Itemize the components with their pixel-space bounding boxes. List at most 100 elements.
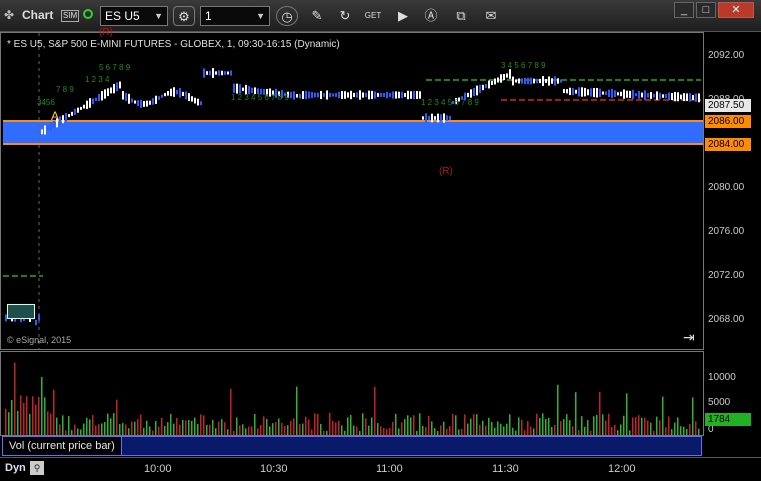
refresh-icon[interactable]: ↻ bbox=[334, 6, 356, 26]
message-icon[interactable]: ✉ bbox=[480, 6, 502, 26]
volume-legend[interactable]: Vol (current price bar) bbox=[2, 436, 702, 456]
last-price-tag: 2087.50 bbox=[705, 99, 751, 112]
price-chart-area[interactable]: * ES U5, S&P 500 E-MINI FUTURES - GLOBEX… bbox=[0, 27, 704, 350]
volume-bar bbox=[446, 428, 448, 435]
symbol-select[interactable]: ES U5 ▼ bbox=[100, 6, 168, 26]
play-icon[interactable]: ▶ bbox=[392, 6, 414, 26]
candle bbox=[311, 91, 313, 99]
volume-bar bbox=[155, 421, 157, 435]
volume-bar bbox=[539, 417, 541, 435]
candle bbox=[188, 93, 190, 102]
candle bbox=[689, 93, 691, 102]
volume-bar bbox=[278, 418, 280, 435]
volume-chart bbox=[5, 362, 700, 435]
volume-bar bbox=[578, 429, 580, 435]
candle bbox=[350, 90, 352, 100]
candle bbox=[440, 114, 442, 122]
annotation-label: 7 8 9 bbox=[56, 85, 74, 94]
candle bbox=[410, 91, 412, 99]
candle bbox=[182, 91, 184, 96]
volume-bar bbox=[626, 393, 628, 435]
candle bbox=[338, 91, 340, 99]
volume-bar bbox=[377, 423, 379, 435]
interval-value: 1 bbox=[205, 9, 212, 23]
volume-bar bbox=[11, 399, 13, 435]
get-data-icon[interactable]: GET bbox=[362, 6, 384, 26]
candle bbox=[146, 100, 148, 107]
volume-bar bbox=[692, 397, 694, 435]
volume-bar bbox=[509, 414, 511, 435]
candle bbox=[491, 81, 493, 85]
volume-bar bbox=[83, 423, 85, 435]
candle bbox=[446, 115, 448, 121]
candle bbox=[443, 113, 445, 123]
volume-bar bbox=[386, 429, 388, 435]
volume-bar bbox=[368, 425, 370, 435]
clock-icon[interactable]: ◷ bbox=[276, 6, 298, 26]
candle bbox=[554, 76, 556, 86]
volume-bar bbox=[602, 414, 604, 435]
annotation-label: 1 2 3 4 5 6 7 8 9 bbox=[231, 93, 289, 102]
candle bbox=[89, 98, 91, 108]
volume-bar bbox=[635, 417, 637, 435]
volume-bar bbox=[650, 422, 652, 435]
candle bbox=[377, 93, 379, 97]
candle bbox=[62, 115, 64, 124]
volume-bar bbox=[662, 396, 664, 435]
volume-bar bbox=[68, 416, 70, 435]
candle bbox=[200, 101, 202, 106]
candle bbox=[119, 81, 121, 89]
minimize-button[interactable]: _ bbox=[674, 2, 694, 18]
price-label: 2080.00 bbox=[708, 182, 745, 193]
candle bbox=[542, 76, 544, 86]
candle bbox=[314, 92, 316, 98]
candle bbox=[536, 78, 538, 84]
interval-select[interactable]: 1 ▼ bbox=[200, 6, 270, 26]
candle bbox=[401, 91, 403, 99]
candle bbox=[629, 90, 631, 98]
volume-bar bbox=[170, 413, 172, 435]
volume-bar bbox=[296, 386, 298, 435]
volume-bar bbox=[86, 417, 88, 435]
volume-bar bbox=[482, 420, 484, 435]
volume-bar bbox=[47, 411, 49, 435]
volume-bar bbox=[116, 399, 118, 435]
alert-icon[interactable]: Ⓐ bbox=[420, 6, 442, 26]
volume-bar bbox=[590, 430, 592, 435]
volume-bar bbox=[575, 392, 577, 435]
candle bbox=[155, 95, 157, 104]
candle bbox=[650, 92, 652, 99]
tag-icon[interactable]: ⧉ bbox=[450, 6, 472, 26]
settings-icon[interactable]: ⚙ bbox=[173, 6, 195, 26]
volume-bar bbox=[533, 428, 535, 435]
volume-bar bbox=[620, 424, 622, 435]
volume-bar bbox=[311, 429, 313, 435]
candle bbox=[692, 95, 694, 101]
close-button[interactable]: ✕ bbox=[718, 2, 754, 18]
volume-bar bbox=[233, 430, 235, 435]
volume-bar bbox=[71, 430, 73, 435]
candle bbox=[662, 94, 664, 98]
candle bbox=[509, 69, 511, 79]
candle bbox=[545, 79, 547, 83]
candle bbox=[296, 94, 298, 98]
volume-bar bbox=[260, 425, 262, 435]
volume-bar bbox=[563, 419, 565, 435]
maximize-button[interactable]: □ bbox=[696, 2, 716, 18]
volume-bar bbox=[62, 415, 64, 435]
copyright: © eSignal, 2015 bbox=[7, 335, 72, 345]
volume-label: Vol (current price bar) bbox=[3, 437, 122, 455]
volume-bar bbox=[50, 413, 52, 435]
dyn-settings-icon[interactable]: ⚲ bbox=[30, 461, 44, 475]
volume-bar bbox=[149, 426, 151, 435]
scroll-end-icon[interactable]: ⇥ bbox=[683, 329, 695, 346]
candle bbox=[293, 91, 295, 100]
pencil-icon[interactable]: ✎ bbox=[306, 6, 328, 26]
volume-bar bbox=[314, 413, 316, 435]
candle bbox=[404, 93, 406, 97]
volume-bar bbox=[92, 415, 94, 435]
candle bbox=[473, 87, 475, 97]
volume-bar bbox=[680, 426, 682, 435]
candle bbox=[527, 77, 529, 85]
volume-panel[interactable] bbox=[0, 351, 704, 436]
